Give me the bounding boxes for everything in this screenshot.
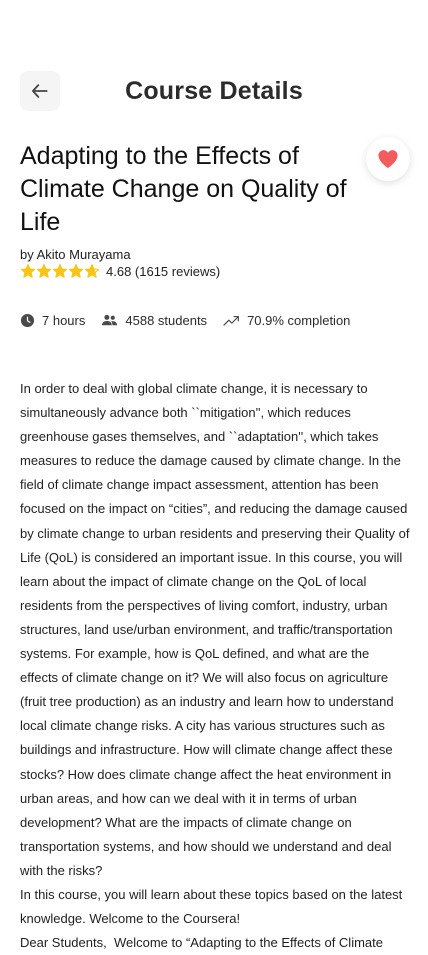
arrow-left-icon bbox=[31, 84, 48, 98]
stat-duration-label: 7 hours bbox=[42, 312, 86, 328]
stat-students: 4588 students bbox=[101, 313, 207, 328]
page-title: Course Details bbox=[125, 77, 303, 105]
description-paragraph: Dear Students, Welcome to “Adapting to t… bbox=[20, 935, 383, 951]
course-title: Adapting to the Effects of Climate Chang… bbox=[20, 142, 347, 236]
course-description: In order to deal with global climate cha… bbox=[20, 377, 410, 955]
header: Course Details bbox=[20, 70, 408, 114]
students-icon bbox=[102, 314, 118, 326]
description-paragraph: In order to deal with global climate cha… bbox=[20, 381, 414, 878]
rating-text: 4.68 (1615 reviews) bbox=[106, 263, 221, 279]
star-full-icon bbox=[36, 263, 52, 278]
clock-icon bbox=[20, 313, 35, 327]
description-paragraph: In this course, you will learn about the… bbox=[20, 886, 406, 927]
stat-students-label: 4588 students bbox=[125, 312, 208, 328]
course-stats: 7 hours 4588 students 70.9% completion bbox=[20, 311, 366, 329]
trending-up-icon bbox=[223, 315, 240, 326]
stat-completion-label: 70.9% completion bbox=[247, 312, 351, 328]
favorite-button[interactable] bbox=[366, 137, 410, 181]
back-button[interactable] bbox=[20, 71, 60, 111]
star-full-icon bbox=[52, 263, 68, 278]
stat-duration: 7 hours bbox=[20, 313, 85, 328]
star-rating bbox=[20, 263, 100, 279]
star-partial-icon bbox=[84, 263, 100, 278]
star-full-icon bbox=[20, 263, 36, 278]
stat-completion: 70.9% completion bbox=[223, 313, 350, 328]
heart-icon bbox=[378, 150, 398, 169]
rating-row: 4.68 (1615 reviews) bbox=[20, 262, 220, 280]
star-full-icon bbox=[68, 263, 84, 278]
author-name: by Akito Murayama bbox=[20, 247, 131, 262]
